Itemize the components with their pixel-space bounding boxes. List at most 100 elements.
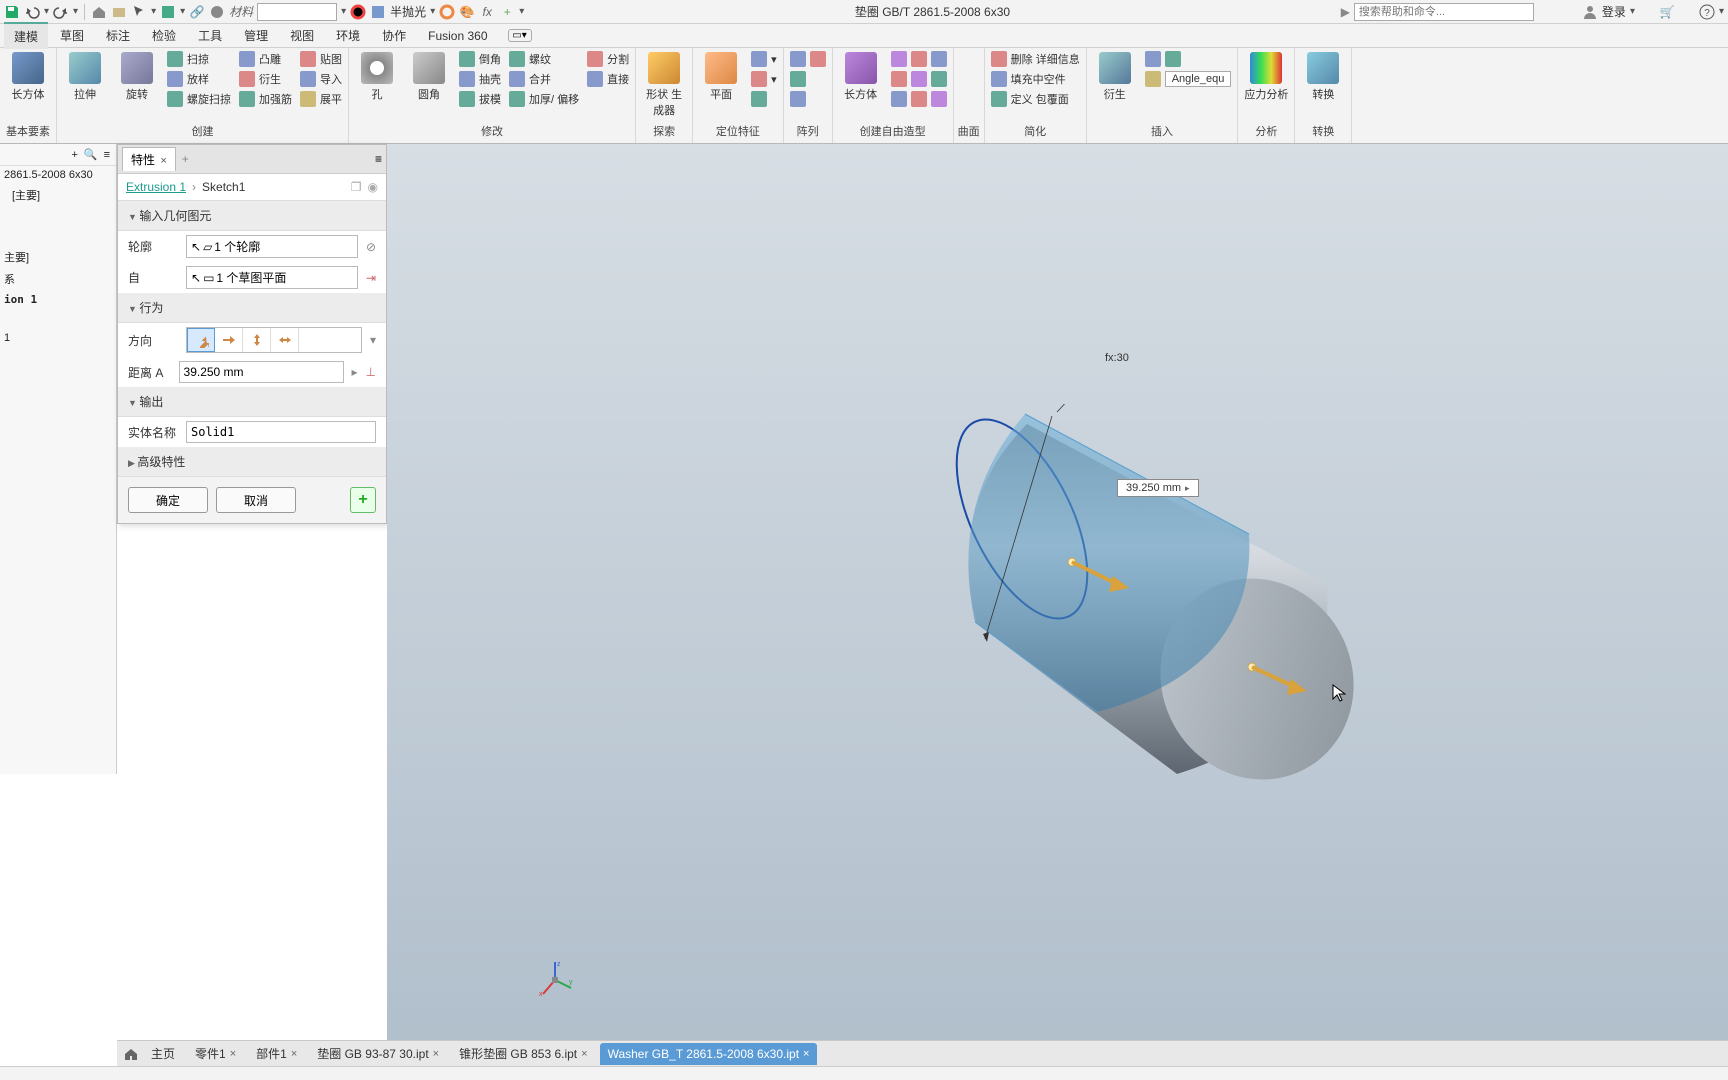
panel-menu-icon[interactable]: ≡ bbox=[375, 152, 382, 166]
extrude-button[interactable]: 拉伸 bbox=[61, 50, 109, 104]
thicken-button[interactable]: 加厚/ 偏移 bbox=[507, 90, 581, 108]
section-input-geometry[interactable]: 输入几何图元 bbox=[118, 201, 386, 231]
derive-button[interactable]: 衍生 bbox=[237, 70, 294, 88]
cart-icon[interactable]: 🛒 bbox=[1659, 4, 1675, 20]
color-wheel-icon[interactable] bbox=[350, 4, 366, 20]
box-button[interactable]: 长方体 bbox=[4, 50, 52, 104]
unwrap-button[interactable]: 展平 bbox=[298, 90, 344, 108]
tab-fusion360[interactable]: Fusion 360 bbox=[418, 25, 497, 47]
copy-icon[interactable]: ❐ bbox=[351, 180, 362, 194]
tab-collaborate[interactable]: 协作 bbox=[372, 23, 416, 48]
visibility-icon[interactable]: ◉ bbox=[368, 180, 378, 194]
save-icon[interactable] bbox=[4, 4, 20, 20]
tab-manage[interactable]: 管理 bbox=[234, 23, 278, 48]
cancel-button[interactable]: 取消 bbox=[216, 487, 296, 513]
thread-button[interactable]: 螺纹 bbox=[507, 50, 581, 68]
tab-tools[interactable]: 工具 bbox=[188, 23, 232, 48]
close-icon[interactable]: × bbox=[291, 1048, 297, 1060]
file-tab[interactable]: 垫圈 GB 93-87 30.ipt× bbox=[309, 1041, 447, 1066]
direction-symmetric-button[interactable] bbox=[243, 328, 271, 352]
dimension-input[interactable]: 39.250 mm▸ bbox=[1117, 479, 1199, 497]
file-tab-active[interactable]: Washer GB_T 2861.5-2008 6x30.ipt× bbox=[600, 1043, 818, 1065]
render-icon[interactable] bbox=[370, 4, 386, 20]
draft-button[interactable]: 拔模 bbox=[457, 90, 503, 108]
combine-button[interactable]: 合并 bbox=[507, 70, 581, 88]
revolve-button[interactable]: 旋转 bbox=[113, 50, 161, 104]
fx-icon[interactable]: fx bbox=[479, 4, 495, 20]
rib-button[interactable]: 加强筋 bbox=[237, 90, 294, 108]
file-tab[interactable]: 部件1× bbox=[248, 1041, 305, 1066]
tab-inspect[interactable]: 检验 bbox=[142, 23, 186, 48]
ok-button[interactable]: 确定 bbox=[128, 487, 208, 513]
ribbon-collapse-button[interactable]: ▭▾ bbox=[508, 29, 532, 42]
section-advanced[interactable]: 高级特性 bbox=[118, 447, 386, 477]
add-icon[interactable]: + bbox=[499, 4, 515, 20]
add-feature-button[interactable]: + bbox=[350, 487, 376, 513]
link-icon[interactable]: 🔗 bbox=[189, 4, 205, 20]
viewport[interactable]: fx:30 39.250 mm▸ z y x bbox=[387, 144, 1728, 1048]
close-tab-icon[interactable]: × bbox=[160, 155, 166, 167]
close-icon[interactable]: × bbox=[803, 1048, 809, 1060]
emboss-button[interactable]: 凸雕 bbox=[237, 50, 294, 68]
cylinder-model[interactable] bbox=[917, 404, 1357, 804]
close-icon[interactable]: × bbox=[433, 1048, 439, 1060]
properties-tab[interactable]: 特性 × bbox=[122, 147, 176, 171]
derive2-button[interactable]: 衍生 bbox=[1091, 50, 1139, 104]
freeform-box-button[interactable]: 长方体 bbox=[837, 50, 885, 104]
direction-default-button[interactable] bbox=[187, 328, 215, 352]
tab-view[interactable]: 视图 bbox=[280, 23, 324, 48]
clear-profile-icon[interactable]: ⊘ bbox=[366, 240, 376, 254]
fillet-button[interactable]: 圆角 bbox=[405, 50, 453, 104]
sweep-button[interactable]: 扫掠 bbox=[165, 50, 233, 68]
shell-button[interactable]: 抽壳 bbox=[457, 70, 503, 88]
tab-environment[interactable]: 环境 bbox=[326, 23, 370, 48]
delete-details-button[interactable]: 删除 详细信息 bbox=[989, 50, 1082, 68]
plane-button[interactable]: 平面 bbox=[697, 50, 745, 104]
shape-generator-button[interactable]: 形状 生成器 bbox=[640, 50, 688, 120]
file-tab[interactable]: 零件1× bbox=[187, 1041, 244, 1066]
breadcrumb-link[interactable]: Extrusion 1 bbox=[126, 180, 186, 194]
distance-input[interactable] bbox=[179, 361, 344, 383]
material-combo[interactable] bbox=[257, 3, 337, 21]
file-tab[interactable]: 锥形垫圈 GB 853 6.ipt× bbox=[451, 1041, 595, 1066]
browser-root-node[interactable]: 2861.5-2008 6x30 bbox=[0, 166, 116, 184]
browser-main-node[interactable]: [主要] bbox=[0, 184, 116, 206]
color-wheel-icon-2[interactable] bbox=[439, 4, 455, 20]
axis-triad-icon[interactable]: z y x bbox=[537, 958, 577, 998]
globe-icon[interactable] bbox=[209, 4, 225, 20]
palette-icon[interactable]: 🎨 bbox=[459, 4, 475, 20]
direction-asymmetric-button[interactable] bbox=[271, 328, 299, 352]
split-button[interactable]: 分割 bbox=[585, 50, 631, 68]
stress-analysis-button[interactable]: 应力分析 bbox=[1242, 50, 1290, 104]
help-icon[interactable]: ? bbox=[1699, 4, 1715, 20]
coil-button[interactable]: 螺旋扫掠 bbox=[165, 90, 233, 108]
browser-menu-icon[interactable]: ≡ bbox=[104, 149, 110, 161]
decal-button[interactable]: 贴图 bbox=[298, 50, 344, 68]
body-name-input[interactable] bbox=[186, 421, 376, 443]
appearance-icon[interactable] bbox=[160, 4, 176, 20]
tab-home[interactable]: 主页 bbox=[143, 1041, 183, 1066]
redo-dropdown[interactable]: ▾ bbox=[73, 6, 78, 17]
signin-button[interactable]: 登录 bbox=[1582, 3, 1626, 20]
tab-model[interactable]: 建模 bbox=[4, 22, 48, 49]
section-output[interactable]: 输出 bbox=[118, 387, 386, 417]
browser-search-icon[interactable]: 🔍 bbox=[84, 148, 98, 161]
define-envelope-button[interactable]: 定义 包覆面 bbox=[989, 90, 1082, 108]
browser-add-icon[interactable]: + bbox=[71, 149, 77, 161]
add-tab-icon[interactable]: + bbox=[182, 152, 189, 166]
tab-annotate[interactable]: 标注 bbox=[96, 23, 140, 48]
open-icon[interactable] bbox=[111, 4, 127, 20]
direction-flip-button[interactable] bbox=[215, 328, 243, 352]
redo-icon[interactable] bbox=[53, 4, 69, 20]
hole-button[interactable]: 孔 bbox=[353, 50, 401, 104]
direct-button[interactable]: 直接 bbox=[585, 70, 631, 88]
help-search-input[interactable] bbox=[1354, 3, 1534, 21]
home-icon[interactable] bbox=[91, 4, 107, 20]
select-icon[interactable] bbox=[131, 4, 147, 20]
undo-dropdown[interactable]: ▾ bbox=[44, 6, 49, 17]
from-selector[interactable]: ↖ ▭ 1 个草图平面 bbox=[186, 266, 358, 289]
section-behavior[interactable]: 行为 bbox=[118, 293, 386, 323]
from-extent-icon[interactable]: ⇥ bbox=[366, 271, 376, 285]
chamfer-button[interactable]: 倒角 bbox=[457, 50, 503, 68]
profile-selector[interactable]: ↖ ▱ 1 个轮廓 bbox=[186, 235, 358, 258]
